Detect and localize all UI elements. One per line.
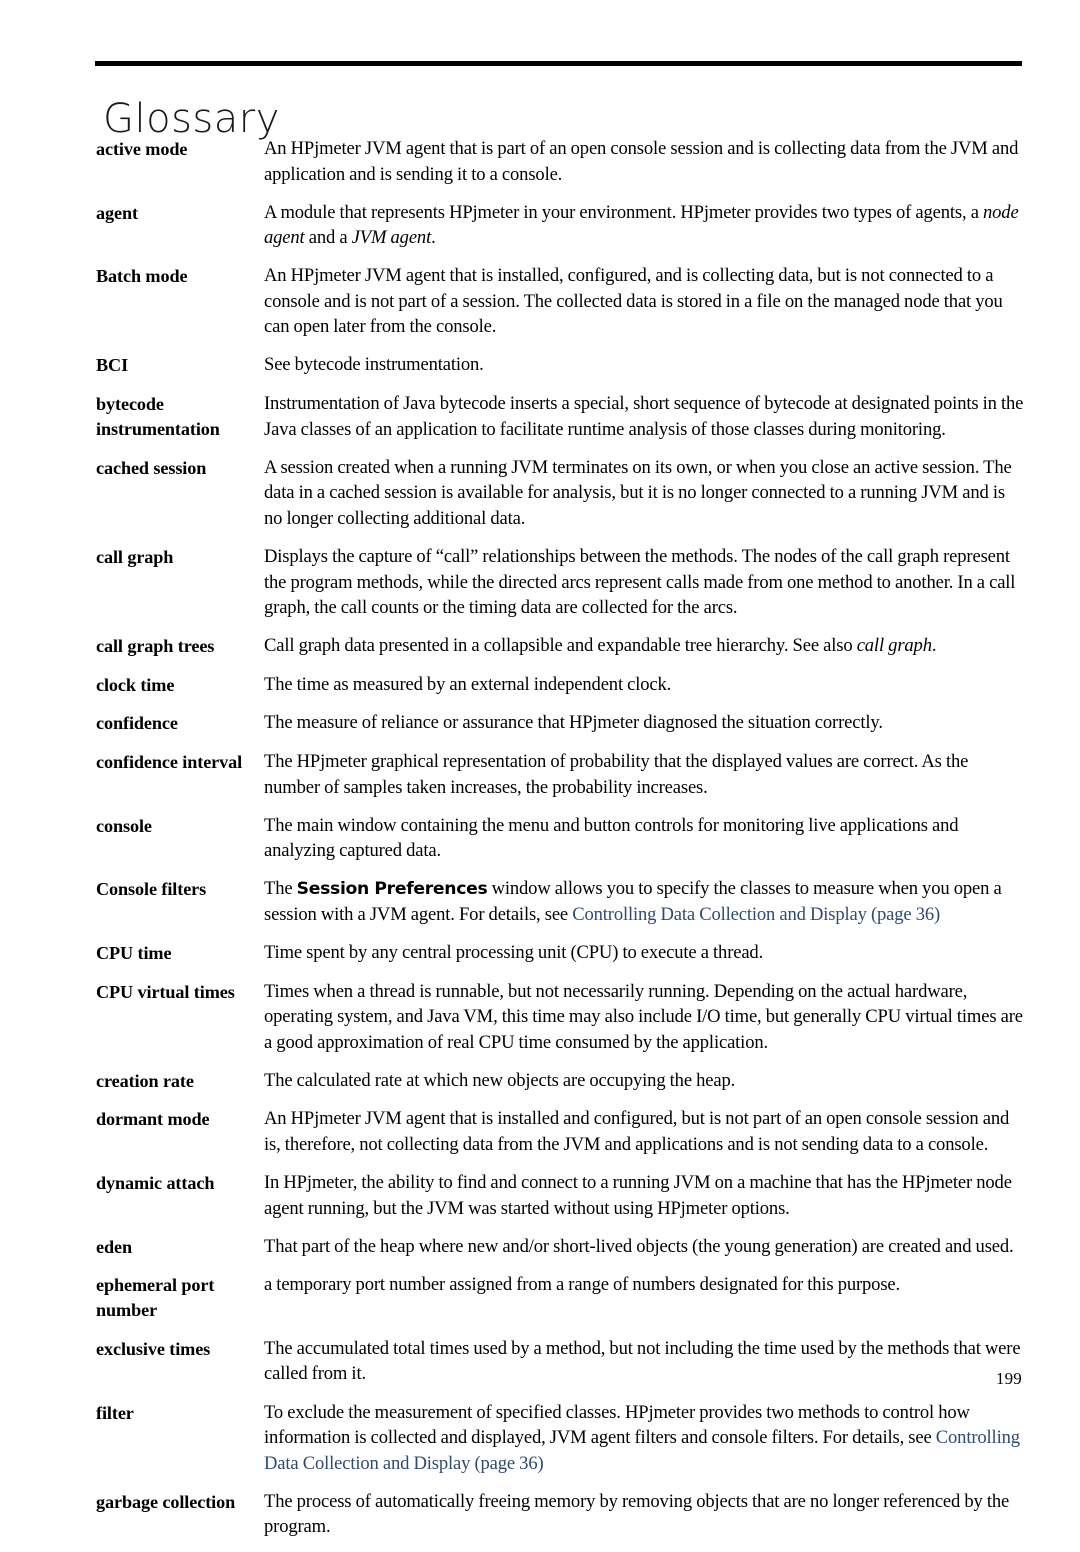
glossary-entry: Console filters The Session Preferences w…: [96, 876, 1024, 927]
emphasis-text: call graph: [856, 635, 932, 657]
glossary-definition: In HPjmeter, the ability to find and con…: [264, 1171, 1012, 1219]
glossary-definition: Call graph data presented in a collapsib…: [264, 633, 1024, 659]
glossary-entry: cached session A session created when a r…: [96, 455, 1024, 532]
glossary-entry: CPU time Time spent by any central proces…: [96, 940, 1024, 966]
glossary-entry: garbage collection The process of automat…: [96, 1489, 1024, 1540]
page-title: Glossary: [103, 95, 280, 142]
definition-text: .: [931, 635, 937, 657]
glossary-term: cached session: [96, 457, 207, 478]
glossary-term: eden: [96, 1236, 132, 1257]
glossary-term: BCI: [96, 355, 129, 376]
glossary-term: CPU time: [96, 942, 172, 963]
glossary-definition: Time spent by any central processing uni…: [264, 941, 764, 963]
glossary-definition: The Session Preferences window allows yo…: [264, 876, 1024, 927]
glossary-term: clock time: [96, 674, 175, 695]
glossary-term: creation rate: [96, 1070, 194, 1091]
glossary-term: garbage collection: [96, 1491, 236, 1512]
header-rule: [95, 61, 1022, 66]
glossary-term: CPU virtual times: [96, 981, 235, 1002]
glossary-definition: An HPjmeter JVM agent that is installed …: [264, 1108, 1010, 1155]
glossary-entry: dynamic attach In HPjmeter, the ability t…: [96, 1170, 1024, 1221]
glossary-entry: call graph Displays the capture of “call”…: [96, 544, 1024, 621]
definition-text: A module that represents HPjmeter in you…: [264, 201, 984, 223]
glossary-entry: ephemeral port number a temporary port nu…: [96, 1272, 1024, 1323]
glossary-term: ephemeral port number: [96, 1275, 215, 1321]
glossary-entry: agent A module that represents HPjmeter i…: [96, 200, 1024, 251]
glossary-definition: The time as measured by an external inde…: [264, 673, 672, 695]
glossary-entry: CPU virtual times Times when a thread is …: [96, 979, 1024, 1056]
definition-text: and a: [304, 227, 352, 249]
glossary-page: Glossary active mode An HPjmeter JVM agen…: [0, 0, 1080, 1537]
glossary-entry: Batch mode An HPjmeter JVM agent that is …: [96, 263, 1024, 340]
glossary-entry: call graph trees Call graph data presente…: [96, 633, 1024, 659]
glossary-entry: creation rate The calculated rate at whic…: [96, 1068, 1024, 1094]
glossary-entry: active mode An HPjmeter JVM agent that is…: [96, 136, 1024, 187]
glossary-definition: See bytecode instrumentation.: [264, 354, 484, 376]
glossary-definition: Displays the capture of “call” relations…: [264, 545, 1016, 619]
glossary-term: console: [96, 815, 152, 836]
glossary-definition: That part of the heap where new and/or s…: [264, 1235, 1014, 1257]
definition-text: .: [431, 227, 436, 249]
glossary-term: confidence interval: [96, 751, 243, 772]
cross-reference-link[interactable]: Controlling Data Collection and Display …: [572, 904, 940, 925]
glossary-entry: eden That part of the heap where new and/…: [96, 1234, 1024, 1260]
glossary-definition: The process of automatically freeing mem…: [264, 1490, 1010, 1538]
glossary-entry: confidence The measure of reliance or ass…: [96, 710, 1024, 736]
glossary-definition: Instrumentation of Java bytecode inserts…: [264, 393, 1024, 440]
glossary-term: call graph trees: [96, 636, 215, 657]
glossary-term: dormant mode: [96, 1109, 210, 1130]
glossary-definition: A session created when a running JVM ter…: [264, 456, 1012, 529]
glossary-term: agent: [96, 202, 138, 223]
glossary-term: active mode: [96, 139, 188, 159]
glossary-entry: bytecode instrumentation Instrumentation …: [96, 391, 1024, 442]
emphasis-text: JVM agent: [351, 227, 432, 249]
glossary-term: Batch mode: [96, 266, 188, 287]
definition-text: Call graph data presented in a collapsib…: [264, 635, 857, 657]
glossary-definition: The main window containing the menu and …: [264, 814, 959, 862]
glossary-definition: The measure of reliance or assurance tha…: [264, 712, 883, 734]
glossary-entry: BCI See bytecode instrumentation.: [96, 352, 1024, 378]
ui-label-text: Session Preferences: [296, 879, 488, 900]
glossary-definition: a temporary port number assigned from a …: [264, 1274, 901, 1296]
glossary-entry: confidence interval The HPjmeter graphica…: [96, 749, 1024, 800]
glossary-term: dynamic attach: [96, 1172, 215, 1193]
glossary-term: filter: [96, 1402, 134, 1423]
glossary-term: exclusive times: [96, 1338, 211, 1359]
glossary-definition: Times when a thread is runnable, but not…: [264, 980, 1023, 1053]
definition-text: The: [264, 878, 297, 900]
glossary-term: bytecode instrumentation: [96, 394, 220, 440]
glossary-term: Console filters: [96, 879, 207, 900]
glossary-definition-list: active mode An HPjmeter JVM agent that is…: [96, 136, 1024, 1552]
glossary-definition: The accumulated total times used by a me…: [264, 1337, 1021, 1385]
glossary-definition: An HPjmeter JVM agent that is installed,…: [264, 265, 1003, 338]
glossary-entry: exclusive times The accumulated total tim…: [96, 1336, 1024, 1387]
glossary-term: call graph: [96, 546, 174, 567]
glossary-entry: console The main window containing the me…: [96, 813, 1024, 864]
glossary-entry: clock time The time as measured by an ext…: [96, 672, 1024, 698]
glossary-definition: The calculated rate at which new objects…: [264, 1069, 736, 1091]
glossary-definition: An HPjmeter JVM agent that is part of an…: [264, 138, 1019, 185]
glossary-definition: A module that represents HPjmeter in you…: [264, 200, 1024, 251]
glossary-definition: The HPjmeter graphical representation of…: [264, 750, 969, 798]
glossary-entry: dormant mode An HPjmeter JVM agent that i…: [96, 1106, 1024, 1157]
definition-text: To exclude the measurement of specified …: [264, 1401, 970, 1449]
page-number: 199: [995, 1369, 1022, 1388]
glossary-term: confidence: [96, 713, 178, 734]
